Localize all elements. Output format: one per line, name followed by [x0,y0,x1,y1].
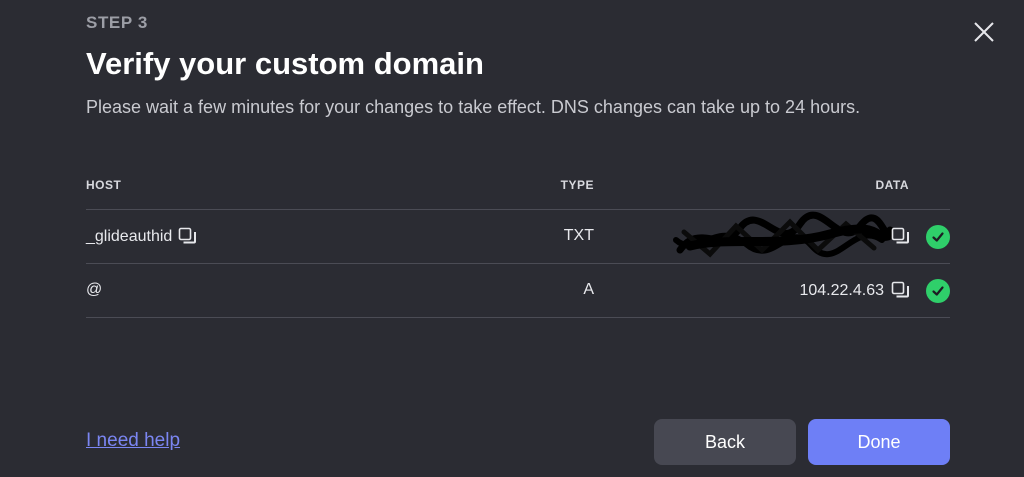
column-header-data: DATA [875,178,909,192]
help-link[interactable]: I need help [86,430,180,452]
step-label: STEP 3 [86,13,148,32]
host-value: @ [86,281,103,298]
table-row: @ A 104.22.4.63 [86,264,950,318]
back-button[interactable]: Back [654,419,796,465]
data-cell: 104.22.4.63 [799,281,910,300]
column-header-type: TYPE [560,178,594,192]
host-cell: @ [86,281,102,299]
close-icon [974,22,994,42]
copy-icon[interactable] [178,227,197,246]
redacted-scribble [673,211,894,258]
host-cell: _glideauthid [86,227,197,246]
data-cell [884,227,910,246]
copy-icon[interactable] [891,227,910,246]
check-circle-icon [926,225,950,249]
page-subtitle: Please wait a few minutes for your chang… [86,97,861,117]
data-value: 104.22.4.63 [799,281,884,299]
column-header-host: HOST [86,178,122,192]
host-value: _glideauthid [86,227,173,245]
type-value: A [583,281,594,298]
page-title: Verify your custom domain [86,46,484,81]
close-button[interactable] [970,18,998,46]
table-header: HOST TYPE DATA [86,170,950,210]
type-value: TXT [563,227,594,244]
done-button[interactable]: Done [808,419,950,465]
table-row: _glideauthid TXT [86,210,950,264]
dns-records-table: HOST TYPE DATA _glideauthid TXT @ A 104.… [86,170,950,318]
copy-icon[interactable] [891,281,910,300]
check-circle-icon [926,279,950,303]
